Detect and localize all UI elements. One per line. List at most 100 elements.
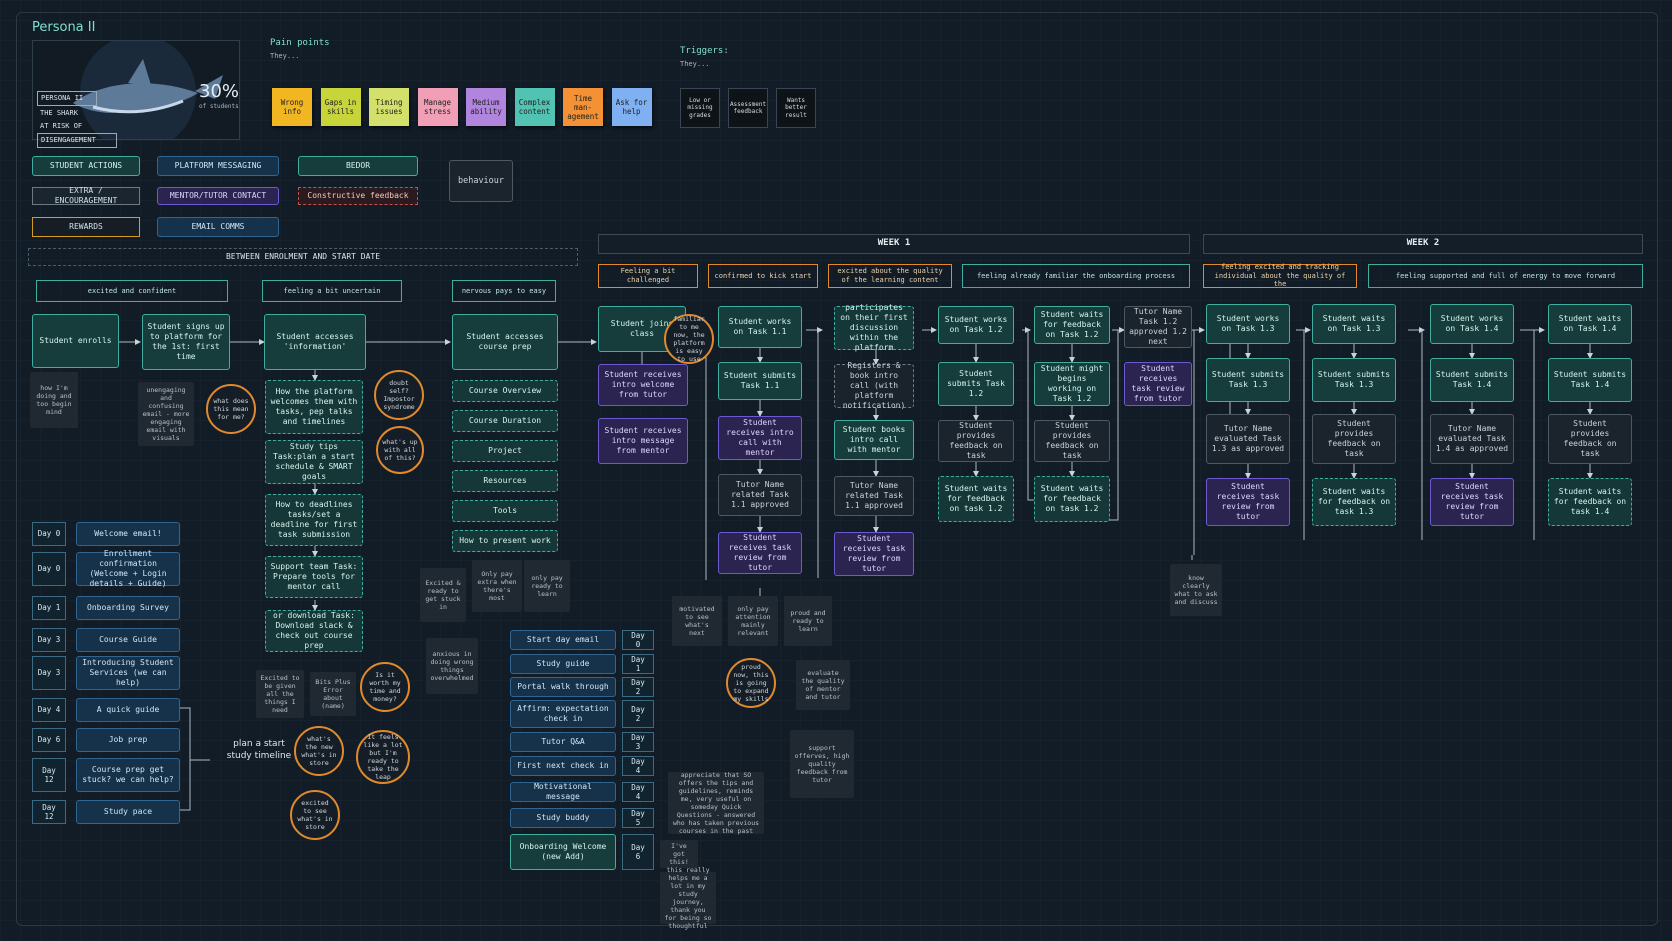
legend-constructive-feedback: Constructive feedback xyxy=(298,187,418,205)
timeline-day-label: Day 6 xyxy=(32,728,66,752)
info-step-study-tips: Study tips Task:plan a start schedule & … xyxy=(265,440,363,484)
note-unengaging-email: unengaging and confusing email - more en… xyxy=(138,382,194,446)
pain-point-sticky: Manage stress xyxy=(417,88,458,126)
thought-whats-new: what's the new what's in store xyxy=(294,726,344,776)
w1-submits-task-1-2: Student submits Task 1.2 xyxy=(938,362,1014,406)
note-only-pay-attention: only pay attention mainly relevant xyxy=(728,596,778,646)
w1-message-from-mentor-card: Student receives intro message from ment… xyxy=(598,418,688,464)
legend-rewards: REWARDS xyxy=(32,217,140,237)
platform-message-item: Motivational message xyxy=(510,782,616,802)
timeline-day-label: Day 3 xyxy=(32,628,66,652)
note-evaluate-quality: evaluate the quality of mentor and tutor xyxy=(796,660,850,710)
timeline-email-item: Course prep get stuck? we can help? xyxy=(76,758,180,792)
timeline-email-item: A quick guide xyxy=(76,698,180,722)
w2-works-task-1-3: Student works on Task 1.3 xyxy=(1206,304,1290,344)
pain-point-sticky: Ask for help xyxy=(611,88,652,126)
info-step-download: or download Task: Download slack & check… xyxy=(265,610,363,652)
legend-mentor-contact: MENTOR/TUTOR CONTACT xyxy=(157,187,279,205)
w1-begins-task-1-2: Student might begins working on Task 1.2 xyxy=(1034,362,1110,406)
legend-student-actions: STUDENT ACTIONS xyxy=(32,156,140,176)
pain-point-sticky: Wrong info xyxy=(272,88,312,126)
timeline-email-item: Onboarding Survey xyxy=(76,596,180,620)
timeline-day-label: Day 4 xyxy=(32,698,66,722)
w2-col2-provides-feedback: Student provides feedback on task xyxy=(1312,414,1396,464)
timeline-day-label: Day 1 xyxy=(32,596,66,620)
thought-doubt-self: doubt self? Impostor syndrome xyxy=(374,370,424,420)
platform-message-day: Day 3 xyxy=(622,732,654,752)
legend-bedor: BEDOR xyxy=(298,156,418,176)
feeling-challenged: Feeling a bit challenged xyxy=(598,264,698,288)
platform-message-day: Day 6 xyxy=(622,834,654,870)
timeline-day-label: Day 3 xyxy=(32,656,66,690)
platform-message-item: Affirm: expectation check in xyxy=(510,700,616,728)
w2-waits-task-1-4: Student waits on Task 1.4 xyxy=(1548,304,1632,344)
info-step-platform-welcome: How the platform welcomes them with task… xyxy=(265,380,363,434)
persona-tag-2: THE SHARK xyxy=(40,109,78,117)
note-motivated: motivated to see what's next xyxy=(672,596,722,646)
student-accesses-prep-card: Student accesses course prep xyxy=(452,314,558,370)
note-how-doing: how I'm doing and too begin mind xyxy=(30,372,78,428)
timeline-email-item: Course Guide xyxy=(76,628,180,652)
thought-whats-up: what's up with all of this? xyxy=(376,426,424,474)
pain-points-heading: Pain points xyxy=(270,38,330,48)
w2-task-1-4-review: Student receives task review from tutor xyxy=(1430,478,1514,526)
platform-message-item: Portal walk through xyxy=(510,677,616,697)
persona-percent: 30% xyxy=(199,81,240,102)
week1-header: WEEK 1 xyxy=(598,234,1190,254)
note-support-offers: support offerves, high quality feedback … xyxy=(790,730,854,798)
student-enrolls-card: Student enrolls xyxy=(32,314,119,368)
w1-submits-task-1-1: Student submits Task 1.1 xyxy=(718,362,802,400)
platform-message-item: Study guide xyxy=(510,654,616,674)
note-only-pay-ready: only pay ready to learn xyxy=(524,560,570,612)
course-prep-item: Course Overview xyxy=(452,380,558,402)
legend-extra: EXTRA / ENCOURAGEMENT xyxy=(32,186,140,205)
w1-task-review-tutor: Student receives task review from tutor xyxy=(718,532,802,574)
w2-col4-provides-feedback: Student provides feedback on task xyxy=(1548,414,1632,464)
timeline-email-item: Introducing Student Services (we can hel… xyxy=(76,656,180,690)
thought-excited-see: excited to see what's in store xyxy=(290,790,340,840)
thought-feels-like-lot: It feels like a lot but I'm ready to tak… xyxy=(356,730,410,784)
student-signs-up-card: Student signs up to platform for the 1st… xyxy=(142,314,230,370)
platform-message-item: Tutor Q&A xyxy=(510,732,616,752)
platform-message-day: Day 0 xyxy=(622,630,654,650)
w1-works-task-1-1: Student works on Task 1.1 xyxy=(718,306,802,348)
pain-point-sticky: Gaps in skills xyxy=(320,88,361,126)
w2-task-1-3-review: Student receives task review from tutor xyxy=(1206,478,1290,526)
w1-col3-task-approved: Tutor Name related Task 1.1 approved xyxy=(834,476,914,516)
timeline-day-label: Day 0 xyxy=(32,552,66,586)
feeling-nervous: nervous pays to easy xyxy=(452,280,556,302)
pain-point-sticky: Complex content xyxy=(514,88,555,126)
platform-message-item: Start day email xyxy=(510,630,616,650)
thought-familiar-platform: familiar to me now, the platform is easy… xyxy=(664,314,714,364)
note-excited-given: Excited to be given all the things I nee… xyxy=(256,670,304,718)
note-really-helps: this really helps me a lot in my study j… xyxy=(660,866,716,930)
platform-message-item: Study buddy xyxy=(510,808,616,828)
pain-point-sticky: Medium ability xyxy=(466,88,506,126)
triggers-subheading: They... xyxy=(680,60,710,68)
trigger-card: Low or missing grades xyxy=(680,88,720,128)
note-anxious: anxious in doing wrong things overwhelme… xyxy=(426,638,478,694)
feeling-excited-confident: excited and confident xyxy=(36,280,228,302)
persona-tag-1: PERSONA II xyxy=(37,91,97,106)
persona-tag-4: DISENGAGEMENT xyxy=(37,133,117,148)
pain-point-sticky: Time man-agement xyxy=(563,88,603,126)
w1-intro-call-mentor: Student receives intro call with mentor xyxy=(718,416,802,460)
timeline-email-item: Job prep xyxy=(76,728,180,752)
course-prep-item: Course Duration xyxy=(452,410,558,432)
w1-task-1-1-approved: Tutor Name related Task 1.1 approved xyxy=(718,474,802,516)
note-appreciate: appreciate that SO offers the tips and g… xyxy=(668,771,764,835)
journey-map-canvas: Persona II PERSONA II THE SHARK AT RISK … xyxy=(0,0,1672,941)
timeline-day-label: Day 12 xyxy=(32,800,66,824)
timeline-bracket-label: plan a start study timeline xyxy=(226,739,292,762)
w2-submits-task-1-3: Student submits Task 1.3 xyxy=(1206,358,1290,402)
persona-tag-3: AT RISK OF xyxy=(40,122,83,130)
timeline-email-item: Study pace xyxy=(76,800,180,824)
feeling-supported: feeling supported and full of energy to … xyxy=(1368,264,1643,288)
info-step-support-team: Support team Task: Prepare tools for men… xyxy=(265,556,363,598)
w1-waits-feedback-top: Student waits for feedback on Task 1.2 xyxy=(1034,306,1110,344)
w2-submits-task-1-4: Student submits Task 1.4 xyxy=(1430,358,1514,402)
platform-message-day: Day 1 xyxy=(622,654,654,674)
platform-message-day: Day 4 xyxy=(622,756,654,776)
trigger-card: Assessment feedback xyxy=(728,88,768,128)
w1-task-1-2-approved: Tutor Name Task 1.2 approved 1.2 next xyxy=(1124,306,1192,348)
